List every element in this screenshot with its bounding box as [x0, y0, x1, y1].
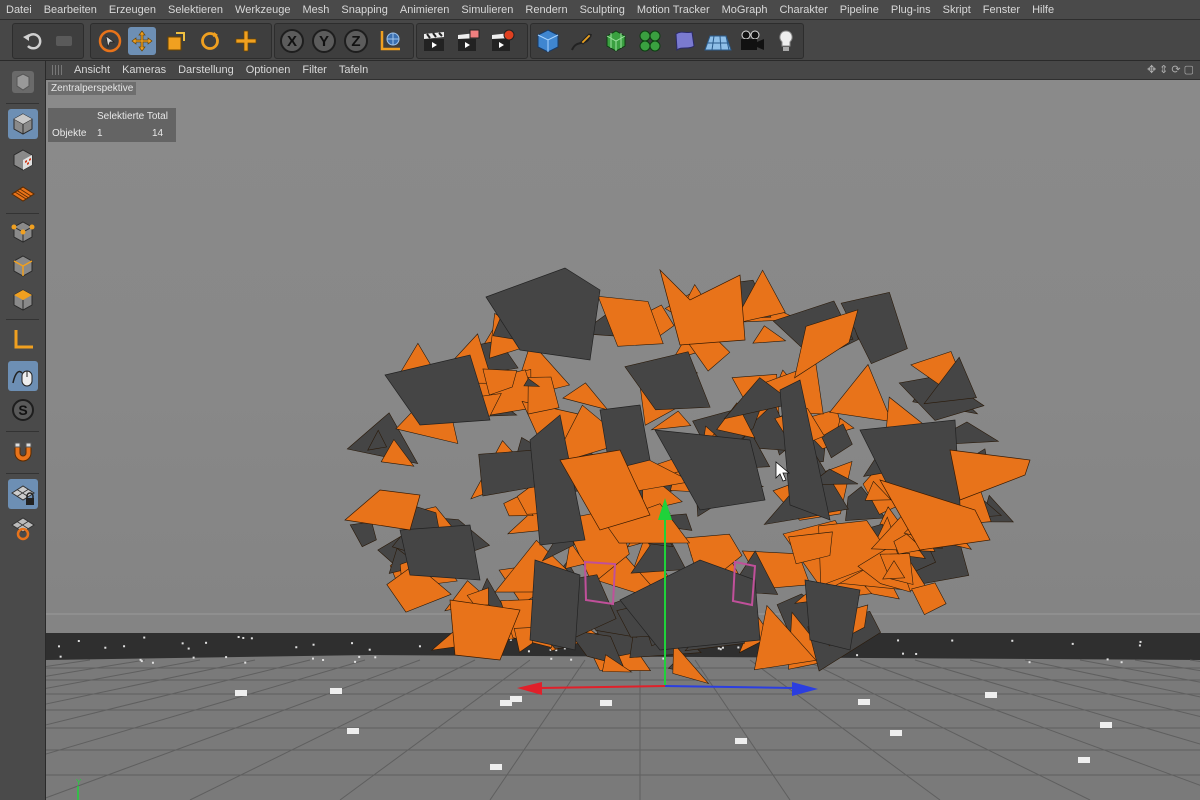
menu-item-hilfe[interactable]: Hilfe	[1026, 4, 1060, 16]
redo-icon[interactable]	[50, 27, 78, 55]
scene-canvas[interactable]: Y	[46, 80, 1200, 800]
subdivision-icon[interactable]	[602, 27, 630, 55]
make-editable-icon[interactable]	[8, 67, 38, 97]
shattered-object[interactable]	[344, 267, 1031, 685]
texture-mode-icon[interactable]	[8, 145, 38, 175]
toggle-view-icon[interactable]: ▢	[1184, 63, 1194, 76]
workplane-icon[interactable]	[8, 179, 38, 209]
world-axis-y-label: Y	[76, 778, 82, 787]
deformer-icon[interactable]	[670, 27, 698, 55]
coordinate-system-icon[interactable]	[376, 27, 404, 55]
menu-item-mesh[interactable]: Mesh	[296, 4, 335, 16]
stats-row-label: Objekte	[52, 128, 87, 139]
move-view-icon[interactable]: ✥	[1147, 63, 1156, 76]
planar-workplane-icon[interactable]	[8, 513, 38, 543]
polygons-mode-icon[interactable]	[8, 285, 38, 315]
main-toolbar: X Y Z	[0, 20, 1200, 61]
menu-item-datei[interactable]: Datei	[0, 4, 38, 16]
snapping-magnet-icon[interactable]	[8, 437, 38, 467]
stats-selected-count: 1	[97, 128, 103, 139]
recent-tool-icon[interactable]	[232, 27, 260, 55]
menu-item-snapping[interactable]: Snapping	[335, 4, 394, 16]
x-axis-label: X	[287, 33, 297, 50]
menu-item-skript[interactable]: Skript	[937, 4, 977, 16]
x-axis-lock-icon[interactable]: X	[278, 27, 306, 55]
z-axis-label: Z	[351, 33, 360, 50]
view-menu-filter[interactable]: Filter	[296, 64, 332, 76]
menu-item-sculpting[interactable]: Sculpting	[574, 4, 631, 16]
menu-item-mograph[interactable]: MoGraph	[716, 4, 774, 16]
stats-header: Selektierte Total	[97, 111, 168, 122]
menu-item-charakter[interactable]: Charakter	[773, 4, 833, 16]
menu-item-bearbeiten[interactable]: Bearbeiten	[38, 4, 103, 16]
grip-icon[interactable]	[52, 65, 62, 75]
viewport-navigation: ✥ ⇕ ⟳ ▢	[1147, 63, 1194, 76]
pen-spline-icon[interactable]	[568, 27, 596, 55]
hud-statistics: Selektierte Total Objekte 1 14	[48, 108, 176, 142]
z-axis-lock-icon[interactable]: Z	[342, 27, 370, 55]
cloner-icon[interactable]	[636, 27, 664, 55]
axis-mode-icon[interactable]	[8, 325, 38, 355]
rotate-view-icon[interactable]: ⟳	[1171, 63, 1180, 76]
menu-item-simulieren[interactable]: Simulieren	[455, 4, 519, 16]
cube-icon[interactable]	[534, 27, 562, 55]
live-selection-icon[interactable]	[96, 27, 124, 55]
solo-mode-icon[interactable]: S	[8, 395, 38, 425]
menu-item-pipeline[interactable]: Pipeline	[834, 4, 885, 16]
tweak-mode-icon[interactable]	[8, 361, 38, 391]
y-axis-lock-icon[interactable]: Y	[310, 27, 338, 55]
menu-item-animieren[interactable]: Animieren	[394, 4, 456, 16]
render-picture-viewer-icon[interactable]	[454, 27, 482, 55]
menu-item-plug-ins[interactable]: Plug-ins	[885, 4, 937, 16]
light-icon[interactable]	[772, 27, 800, 55]
rotate-icon[interactable]	[196, 27, 224, 55]
render-view-icon[interactable]	[420, 27, 448, 55]
view-menu-darstellung[interactable]: Darstellung	[172, 64, 240, 76]
scale-icon[interactable]	[162, 27, 190, 55]
render-settings-icon[interactable]	[488, 27, 516, 55]
move-icon[interactable]	[128, 27, 156, 55]
menu-item-fenster[interactable]: Fenster	[977, 4, 1026, 16]
viewport-menu: Ansicht Kameras Darstellung Optionen Filter T…	[46, 61, 1200, 80]
menu-item-motion-tracker[interactable]: Motion Tracker	[631, 4, 716, 16]
model-mode-icon[interactable]	[8, 109, 38, 139]
view-menu-ansicht[interactable]: Ansicht	[68, 64, 116, 76]
stats-total-count: 14	[152, 128, 164, 139]
3d-viewport[interactable]: Y Zentralperspektive Selektierte Total O…	[46, 80, 1200, 800]
camera-icon[interactable]	[738, 27, 766, 55]
points-mode-icon[interactable]	[8, 217, 38, 247]
floor-icon[interactable]	[704, 27, 732, 55]
y-axis-label: Y	[319, 33, 329, 50]
view-menu-kameras[interactable]: Kameras	[116, 64, 172, 76]
edges-mode-icon[interactable]	[8, 251, 38, 281]
svg-text:S: S	[18, 402, 27, 418]
menu-item-selektieren[interactable]: Selektieren	[162, 4, 229, 16]
menu-item-erzeugen[interactable]: Erzeugen	[103, 4, 162, 16]
view-menu-tafeln[interactable]: Tafeln	[333, 64, 374, 76]
mode-palette: S	[0, 61, 46, 800]
menu-item-rendern[interactable]: Rendern	[519, 4, 573, 16]
undo-icon[interactable]	[18, 27, 46, 55]
dolly-view-icon[interactable]: ⇕	[1159, 63, 1168, 76]
menu-bar: Datei Bearbeiten Erzeugen Selektieren Werkze…	[0, 0, 1200, 20]
camera-label[interactable]: Zentralperspektive	[48, 82, 137, 95]
menu-item-werkzeuge[interactable]: Werkzeuge	[229, 4, 296, 16]
workplane-lock-icon[interactable]	[8, 479, 38, 509]
view-menu-optionen[interactable]: Optionen	[240, 64, 297, 76]
